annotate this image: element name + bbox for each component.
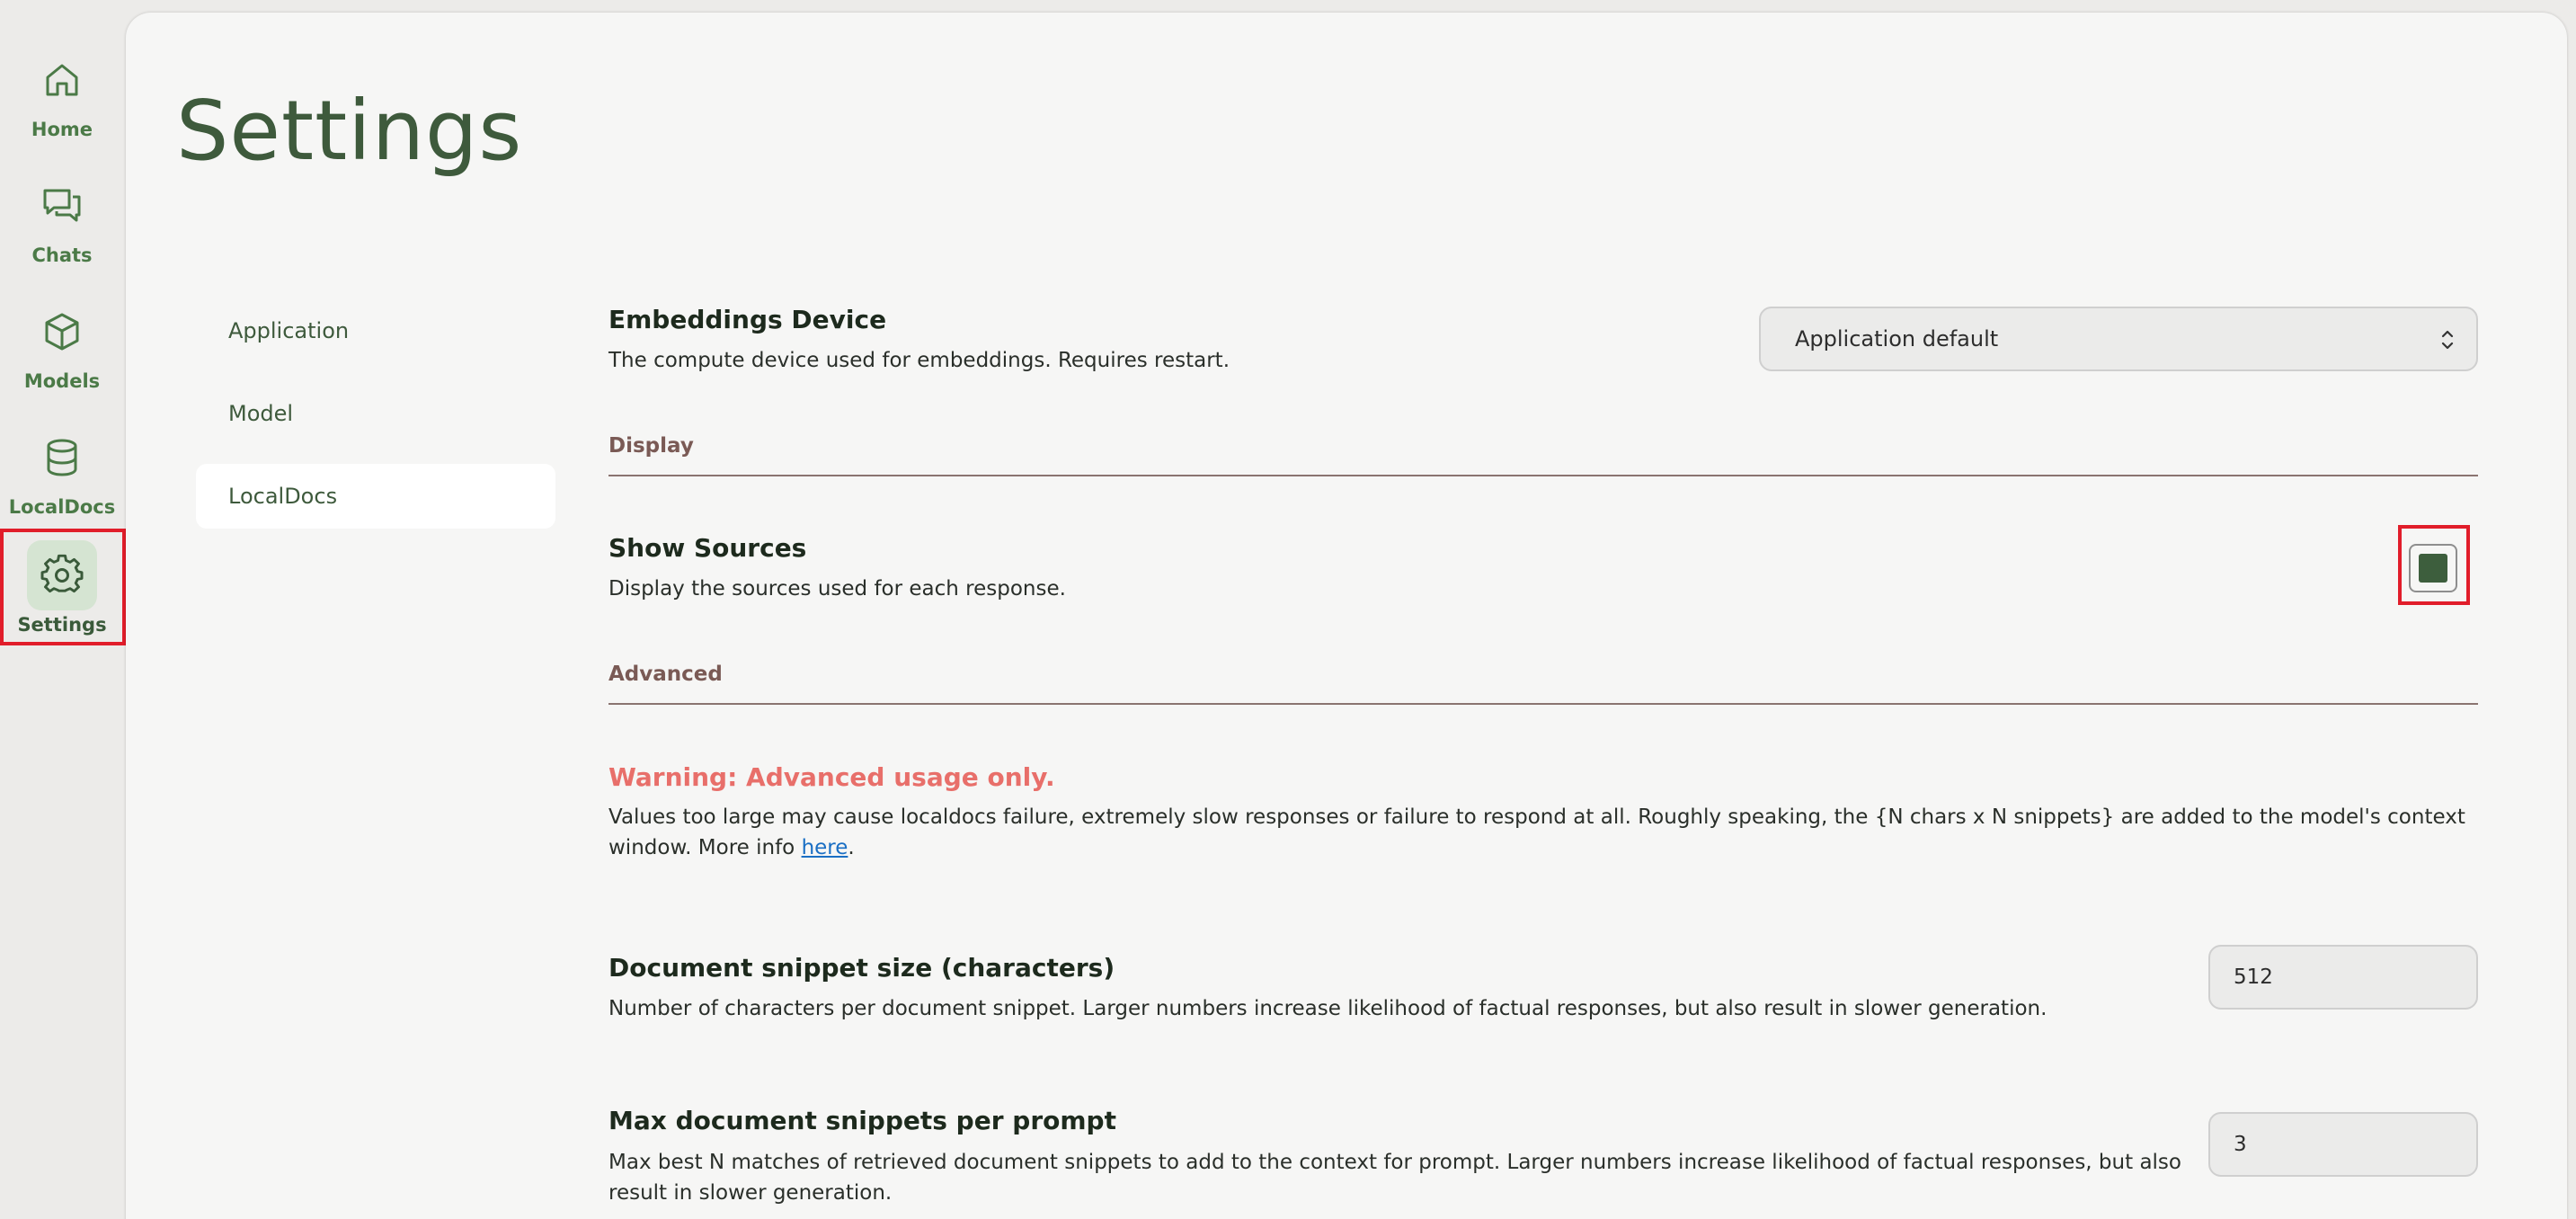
display-section-heading: Display — [608, 434, 694, 458]
database-icon-wrap — [27, 423, 97, 493]
snippet-size-title: Document snippet size (characters) — [608, 953, 1115, 983]
nav-item-home[interactable]: Home — [0, 45, 124, 162]
show-sources-title: Show Sources — [608, 533, 807, 563]
home-icon-wrap — [27, 45, 97, 115]
models-icon-wrap — [27, 297, 97, 367]
subnav-item-localdocs[interactable]: LocalDocs — [196, 464, 555, 529]
nav-rail: Home Chats Models LocalDocs Settings — [0, 0, 124, 1219]
nav-label-localdocs: LocalDocs — [8, 496, 116, 518]
home-icon — [46, 64, 78, 96]
display-section-divider — [608, 475, 2478, 476]
nav-label-models: Models — [23, 370, 101, 392]
max-snippets-desc: Max best N matches of retrieved document… — [608, 1151, 2181, 1205]
embeddings-device-select[interactable]: Application default — [1759, 307, 2478, 371]
nav-item-chats[interactable]: Chats — [0, 171, 124, 288]
max-snippets-input[interactable]: 3 — [2208, 1112, 2478, 1177]
page-title: Settings — [176, 83, 523, 179]
snippet-size-desc: Number of characters per document snippe… — [608, 997, 2047, 1020]
embeddings-device-value: Application default — [1795, 326, 1999, 351]
nav-item-settings[interactable]: Settings — [0, 540, 124, 657]
advanced-warning-title: Warning: Advanced usage only. — [608, 762, 1055, 792]
chevron-up-down-icon — [2441, 330, 2454, 350]
embeddings-device-title: Embeddings Device — [608, 305, 887, 334]
snippet-size-input[interactable]: 512 — [2208, 945, 2478, 1010]
advanced-section-divider — [608, 703, 2478, 705]
models-icon — [45, 313, 79, 351]
max-snippets-value: 3 — [2234, 1133, 2247, 1156]
settings-panel: Settings Application Model LocalDocs Emb… — [126, 13, 2567, 1219]
gear-icon-wrap — [27, 540, 97, 610]
gear-icon — [40, 554, 84, 593]
advanced-warning-text: Values too large may cause localdocs fai… — [608, 805, 2465, 859]
chats-icon — [43, 189, 81, 222]
show-sources-desc: Display the sources used for each respon… — [608, 577, 1066, 601]
nav-label-home: Home — [31, 119, 93, 140]
nav-label-chats: Chats — [31, 245, 93, 266]
show-sources-checkbox[interactable] — [2409, 544, 2457, 592]
subnav-item-model[interactable]: Model — [196, 381, 555, 446]
chats-icon-wrap — [27, 171, 97, 241]
snippet-size-value: 512 — [2234, 965, 2273, 989]
nav-item-models[interactable]: Models — [0, 297, 124, 414]
subnav-item-application[interactable]: Application — [196, 298, 555, 363]
nav-label-settings: Settings — [17, 614, 107, 636]
more-info-link[interactable]: here — [802, 836, 848, 859]
nav-item-localdocs[interactable]: LocalDocs — [0, 423, 124, 539]
advanced-warning-desc: Values too large may cause localdocs fai… — [608, 802, 2478, 863]
checkbox-checked-indicator — [2419, 554, 2447, 583]
max-snippets-title: Max document snippets per prompt — [608, 1106, 1116, 1135]
database-icon — [47, 439, 77, 476]
embeddings-device-desc: The compute device used for embeddings. … — [608, 349, 1230, 372]
advanced-warning-tail: . — [848, 836, 855, 859]
advanced-section-heading: Advanced — [608, 663, 723, 686]
